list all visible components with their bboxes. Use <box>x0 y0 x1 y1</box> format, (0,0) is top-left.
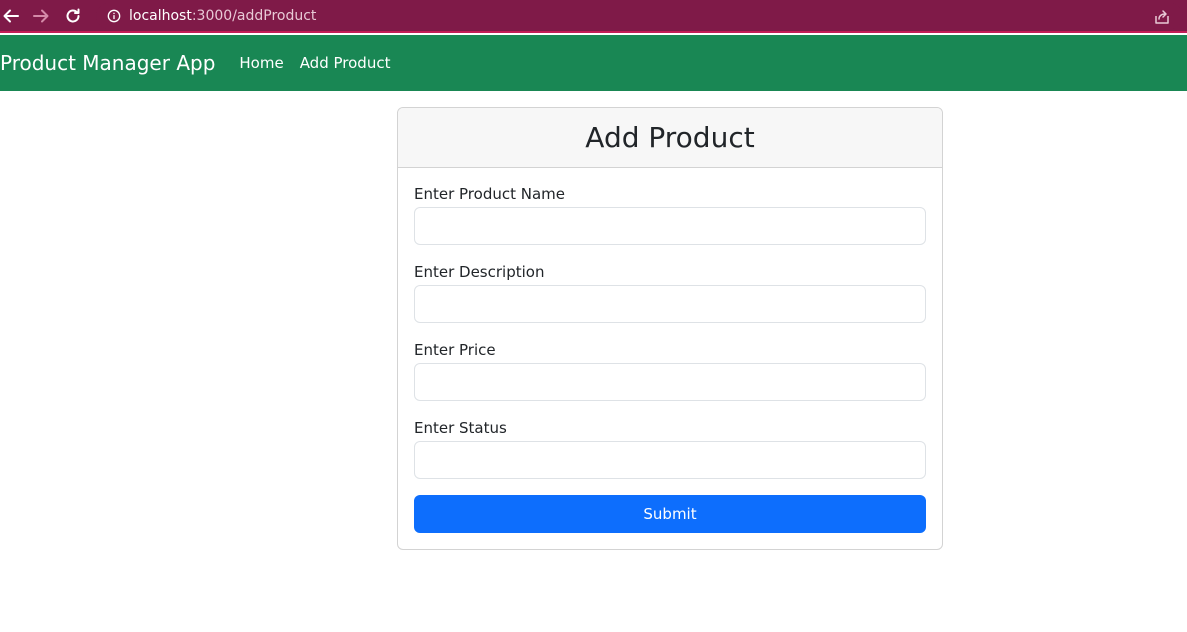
price-field-group: Enter Price <box>414 341 926 401</box>
status-input[interactable] <box>414 441 926 479</box>
browser-toolbar: localhost:3000/addProduct <box>0 0 1187 33</box>
arrow-left-icon <box>3 9 19 23</box>
description-label: Enter Description <box>414 263 545 281</box>
forward-button[interactable] <box>30 4 52 28</box>
product-name-field-group: Enter Product Name <box>414 185 926 245</box>
description-field-group: Enter Description <box>414 263 926 323</box>
card-body: Enter Product Name Enter Description Ent… <box>398 168 942 533</box>
card-header: Add Product <box>398 108 942 168</box>
url-host: localhost <box>129 8 192 24</box>
info-icon[interactable] <box>106 8 122 24</box>
address-url: localhost:3000/addProduct <box>129 8 316 24</box>
description-input[interactable] <box>414 285 926 323</box>
url-path: :3000/addProduct <box>191 8 317 24</box>
navbar-brand[interactable]: Product Manager App <box>0 51 215 75</box>
share-icon[interactable] <box>1153 8 1171 26</box>
submit-button[interactable]: Submit <box>414 495 926 533</box>
reload-icon <box>66 8 80 23</box>
reload-button[interactable] <box>62 4 84 28</box>
status-field-group: Enter Status <box>414 419 926 479</box>
add-product-card: Add Product Enter Product Name Enter Des… <box>397 107 943 550</box>
price-input[interactable] <box>414 363 926 401</box>
product-name-input[interactable] <box>414 207 926 245</box>
back-button[interactable] <box>0 4 22 28</box>
page-title: Add Product <box>585 121 755 154</box>
nav-link-home[interactable]: Home <box>239 54 283 72</box>
status-label: Enter Status <box>414 419 507 437</box>
arrow-right-icon <box>33 9 49 23</box>
product-name-label: Enter Product Name <box>414 185 566 203</box>
nav-link-add-product[interactable]: Add Product <box>300 54 391 72</box>
address-bar[interactable]: localhost:3000/addProduct <box>96 3 1183 29</box>
price-label: Enter Price <box>414 341 496 359</box>
app-navbar: Product Manager App Home Add Product <box>0 35 1187 91</box>
